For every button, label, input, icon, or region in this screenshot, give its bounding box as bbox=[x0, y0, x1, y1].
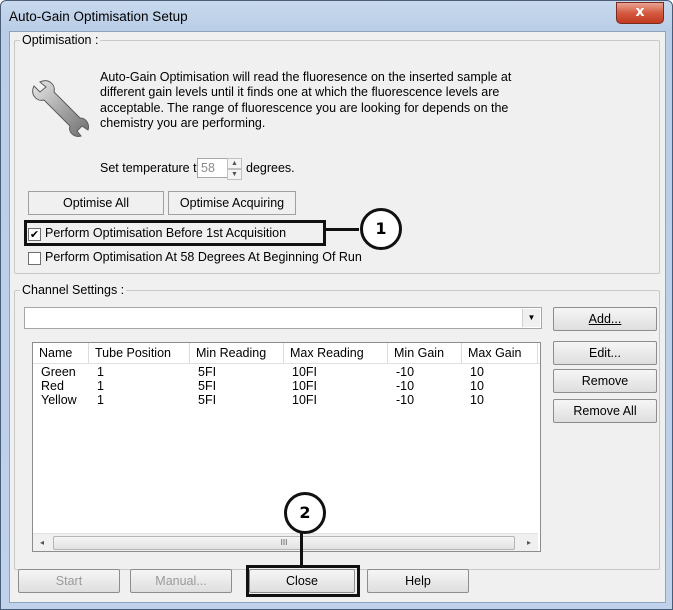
optimisation-description: Auto-Gain Optimisation will read the flu… bbox=[100, 70, 570, 131]
cell-name: Yellow bbox=[41, 393, 77, 407]
cell-tube-position: 1 bbox=[97, 365, 104, 379]
add-button-label: Add... bbox=[588, 312, 622, 326]
description-line: Auto-Gain Optimisation will read the flu… bbox=[100, 70, 512, 84]
window-title: Auto-Gain Optimisation Setup bbox=[9, 9, 188, 24]
column-header-min-reading[interactable]: Min Reading bbox=[190, 343, 284, 363]
cell-min-gain: -10 bbox=[396, 365, 415, 379]
cell-max-gain: 10 bbox=[470, 393, 484, 407]
chevron-down-icon[interactable]: ▼ bbox=[522, 309, 540, 327]
help-button[interactable]: Help bbox=[367, 569, 469, 593]
cell-name: Green bbox=[41, 365, 76, 379]
cell-tube-position: 1 bbox=[97, 379, 104, 393]
table-row[interactable]: Red 1 5FI 10FI -10 10 bbox=[33, 379, 540, 393]
cell-max-reading: 10FI bbox=[292, 365, 318, 379]
channel-select-dropdown[interactable]: ▼ bbox=[24, 307, 542, 329]
column-header-max-reading[interactable]: Max Reading bbox=[284, 343, 388, 363]
title-bar[interactable]: Auto-Gain Optimisation Setup x bbox=[1, 1, 672, 33]
temperature-spinner[interactable]: 58 ▲ ▼ bbox=[197, 158, 243, 180]
remove-all-channels-button[interactable]: Remove All bbox=[553, 399, 657, 423]
callout-number-2: 2 bbox=[284, 492, 326, 534]
channel-settings-legend: Channel Settings : bbox=[20, 283, 127, 297]
column-header-tube-position[interactable]: Tube Position bbox=[89, 343, 190, 363]
channel-list-header: Name Tube Position Min Reading Max Readi… bbox=[33, 343, 540, 364]
column-header-name[interactable]: Name bbox=[33, 343, 89, 363]
cell-min-reading: 5FI bbox=[198, 393, 217, 407]
callout-1-highlight-box bbox=[24, 220, 326, 246]
cell-min-gain: -10 bbox=[396, 393, 415, 407]
table-row[interactable]: Yellow 1 5FI 10FI -10 10 bbox=[33, 393, 540, 407]
close-icon: x bbox=[635, 4, 645, 20]
add-channel-button[interactable]: Add... bbox=[553, 307, 657, 331]
cell-max-gain: 10 bbox=[470, 379, 484, 393]
window-close-button[interactable]: x bbox=[616, 2, 664, 24]
spin-up-icon[interactable]: ▲ bbox=[227, 158, 242, 169]
column-header-min-gain[interactable]: Min Gain bbox=[388, 343, 462, 363]
horizontal-scrollbar[interactable]: ◂ III ▸ bbox=[33, 533, 538, 551]
edit-channel-button[interactable]: Edit... bbox=[553, 341, 657, 365]
cell-name: Red bbox=[41, 379, 64, 393]
description-line: acceptable. The range of fluorescence yo… bbox=[100, 100, 509, 115]
manual-button[interactable]: Manual... bbox=[130, 569, 232, 593]
cell-min-reading: 5FI bbox=[198, 365, 217, 379]
temperature-input[interactable]: 58 bbox=[197, 158, 228, 178]
start-button[interactable]: Start bbox=[18, 569, 120, 593]
optimise-all-button[interactable]: Optimise All bbox=[28, 191, 164, 215]
temperature-spin-buttons[interactable]: ▲ ▼ bbox=[227, 158, 242, 180]
cell-max-gain: 10 bbox=[470, 365, 484, 379]
scroll-right-icon[interactable]: ▸ bbox=[522, 536, 536, 549]
temperature-suffix-label: degrees. bbox=[246, 161, 295, 175]
perform-at-58-degrees-label[interactable]: Perform Optimisation At 58 Degrees At Be… bbox=[45, 250, 362, 264]
cell-max-reading: 10FI bbox=[292, 393, 318, 407]
callout-number-1: 1 bbox=[360, 208, 402, 250]
cell-tube-position: 1 bbox=[97, 393, 104, 407]
spin-down-icon[interactable]: ▼ bbox=[227, 169, 242, 180]
cell-max-reading: 10FI bbox=[292, 379, 318, 393]
callout-1-connector bbox=[323, 228, 359, 231]
description-line: chemistry you are performing. bbox=[100, 115, 266, 130]
optimisation-legend: Optimisation : bbox=[20, 33, 101, 47]
cell-min-reading: 5FI bbox=[198, 379, 217, 393]
perform-at-58-degrees-checkbox[interactable] bbox=[28, 252, 41, 265]
dialog-client-area: Optimisation : Auto-Gain Optimisation wi… bbox=[9, 31, 666, 603]
wrench-icon bbox=[32, 80, 89, 137]
callout-2-connector bbox=[300, 531, 303, 565]
callout-2-highlight-box bbox=[246, 565, 360, 597]
scrollbar-thumb[interactable]: III bbox=[53, 536, 515, 550]
cell-min-gain: -10 bbox=[396, 379, 415, 393]
dialog-window: Auto-Gain Optimisation Setup x Optimisat… bbox=[0, 0, 673, 610]
description-line: different gain levels until it finds one… bbox=[100, 85, 500, 100]
temperature-prefix-label: Set temperature to bbox=[100, 161, 204, 175]
remove-channel-button[interactable]: Remove bbox=[553, 369, 657, 393]
table-row[interactable]: Green 1 5FI 10FI -10 10 bbox=[33, 365, 540, 379]
scroll-left-icon[interactable]: ◂ bbox=[35, 536, 49, 549]
optimise-acquiring-button[interactable]: Optimise Acquiring bbox=[168, 191, 296, 215]
column-header-max-gain[interactable]: Max Gain bbox=[462, 343, 538, 363]
